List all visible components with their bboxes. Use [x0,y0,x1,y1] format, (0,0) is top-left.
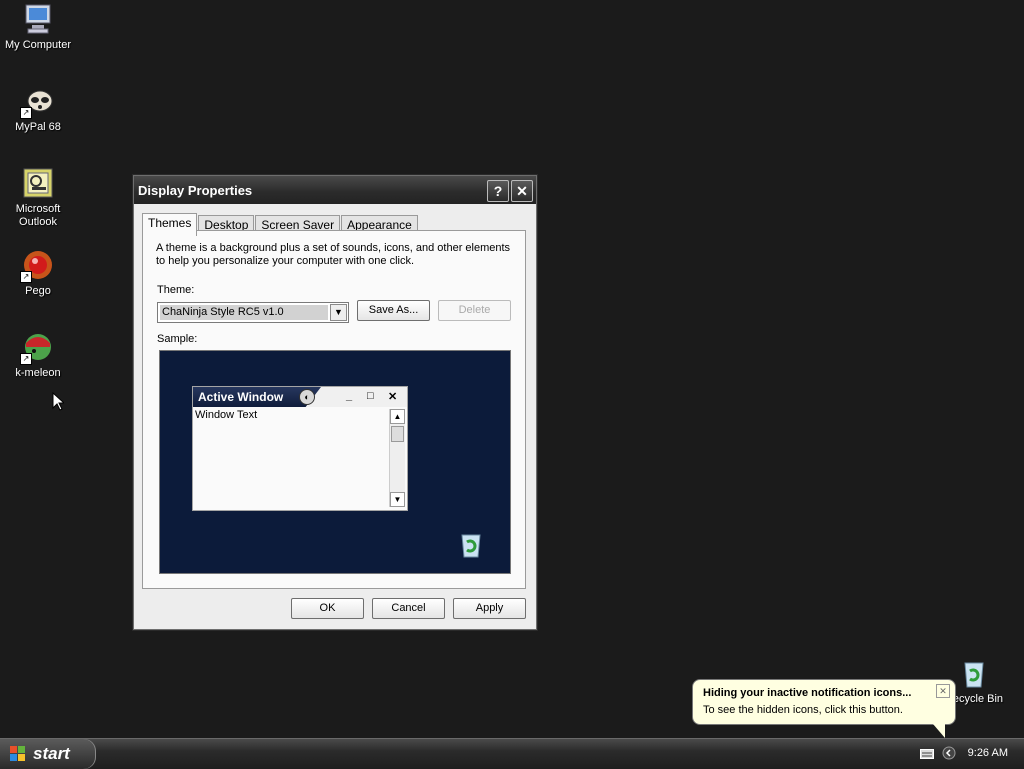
sample-window-text: Window Text [195,409,258,421]
desktop-icon-kmeleon[interactable]: ↗ k-meleon [0,331,76,380]
system-tray: 9:26 AM [904,739,1024,769]
notification-balloon[interactable]: Hiding your inactive notification icons.… [692,679,956,738]
desktop-icon-label: My Computer [4,39,72,51]
ok-button[interactable]: OK [291,598,364,619]
help-button[interactable]: ? [487,180,509,202]
start-button[interactable]: start [0,739,96,769]
desktop-icon-pego[interactable]: ↗ Pego [0,249,76,298]
dialog-title: Display Properties [138,182,253,198]
delete-button[interactable]: Delete [438,300,511,321]
theme-sample-preview: Active Window ◐ _ □ ✕ Window Text ▲ ▼ [159,350,511,574]
windows-logo-icon [10,746,25,761]
theme-select[interactable]: ChaNinja Style RC5 v1.0 ▼ [157,302,349,323]
shortcut-arrow-icon: ↗ [20,271,32,283]
desktop-icon-outlook[interactable]: Microsoft Outlook [0,167,76,229]
recycle-bin-icon [461,534,481,558]
apply-button[interactable]: Apply [453,598,526,619]
close-button[interactable]: ✕ [511,180,533,202]
close-icon: ✕ [388,391,398,403]
taskbar-clock[interactable]: 9:26 AM [968,747,1008,759]
desktop-icon-my-computer[interactable]: My Computer [0,3,76,52]
tab-themes[interactable]: Themes [142,213,198,236]
balloon-tail [933,724,945,738]
scroll-down-icon: ▼ [390,492,405,507]
theme-label: Theme: [157,284,195,296]
kmeleon-icon: ↗ [20,331,54,365]
outlook-icon [22,167,54,199]
raccoon-icon: ↗ [20,85,54,119]
themes-panel: A theme is a background plus a set of so… [142,230,526,589]
desktop-icon-label: k-meleon [15,367,61,379]
sample-window-titlebar: Active Window ◐ _ □ ✕ [193,387,407,407]
desktop-icon-label: MyPal 68 [15,121,61,133]
display-properties-dialog: Display Properties ? ✕ Themes Desktop Sc… [133,175,537,630]
sample-window: Active Window ◐ _ □ ✕ Window Text ▲ ▼ [192,386,408,511]
shortcut-arrow-icon: ↗ [20,353,32,365]
recycle-bin-icon [958,657,990,689]
scroll-thumb [391,426,404,442]
sample-label: Sample: [157,333,198,345]
desktop-icon-mypal[interactable]: ↗ MyPal 68 [0,85,76,134]
save-as-button[interactable]: Save As... [357,300,430,321]
desktop-icon-label: Microsoft Outlook [15,203,61,228]
desktop-icon-label: Pego [25,285,51,297]
minimize-icon: _ [346,390,353,402]
chevron-down-icon[interactable]: ▼ [330,304,347,321]
maximize-icon: □ [367,390,374,402]
sample-scrollbar: ▲ ▼ [389,409,405,507]
theme-select-value: ChaNinja Style RC5 v1.0 [160,305,328,320]
dialog-titlebar[interactable]: Display Properties ? ✕ [134,176,536,204]
theme-logo-icon: ◐ [299,389,315,405]
computer-icon [22,3,54,35]
balloon-close-button[interactable]: ✕ [936,684,950,698]
balloon-text: To see the hidden icons, click this butt… [703,704,903,716]
taskbar: start 9:26 AM [0,738,1024,769]
scroll-up-icon: ▲ [390,409,405,424]
mouse-cursor-icon [52,392,64,411]
balloon-title: Hiding your inactive notification icons.… [703,687,912,699]
cancel-button[interactable]: Cancel [372,598,445,619]
pego-icon: ↗ [20,249,54,283]
show-hidden-icons-button[interactable] [942,746,956,760]
theme-description: A theme is a background plus a set of so… [156,242,511,267]
keyboard-icon[interactable] [920,749,934,759]
start-label: start [33,744,70,763]
shortcut-arrow-icon: ↗ [20,107,32,119]
